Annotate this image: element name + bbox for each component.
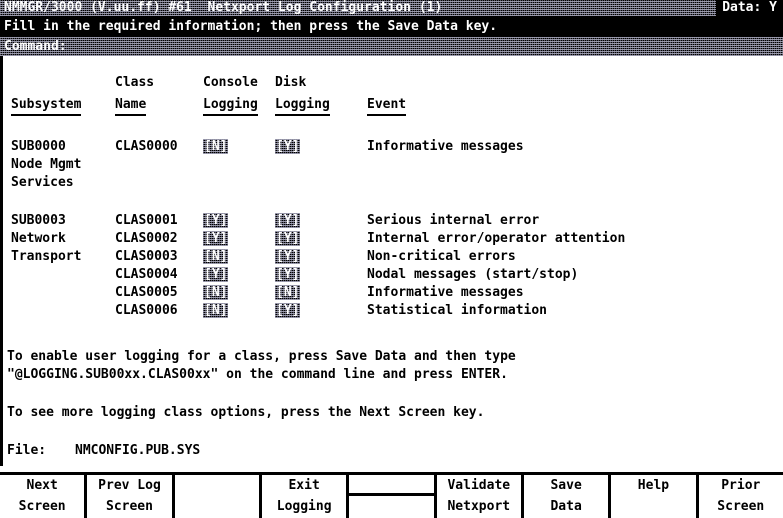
file-value: NMCONFIG.PUB.SYS xyxy=(75,443,201,458)
fkey-save-data[interactable]: Save Data xyxy=(523,475,612,518)
table-row: Network CLAS0002 [Y] [Y] Internal error/… xyxy=(3,230,783,248)
fkey-label-line2 xyxy=(611,496,695,517)
command-label: Command: xyxy=(4,39,67,54)
note-line: To enable user logging for a class, pres… xyxy=(3,348,783,366)
subsystem-name: SUB0003 xyxy=(11,213,66,228)
class-name: CLAS0001 xyxy=(115,213,178,228)
fkey-exit-logging[interactable]: Exit Logging xyxy=(261,475,350,518)
subsystem-desc-line: Node Mgmt xyxy=(3,156,783,174)
fkey-label-line1 xyxy=(175,475,259,496)
fkey-label-line1: Save xyxy=(550,478,582,493)
column-header-row-1: Class Console Disk xyxy=(3,74,783,92)
terminal-screen: NMMGR/3000 (V.uu.ff) #61 Netxport Log Co… xyxy=(0,0,783,518)
header-disk: Disk xyxy=(275,75,307,90)
fkey-label-line1: Help xyxy=(637,478,670,493)
table-row: SUB0000 CLAS0000 [N] [Y] Informative mes… xyxy=(3,138,783,156)
fkey-label-line1 xyxy=(349,475,434,496)
fkey-label-line2: Screen xyxy=(106,499,153,514)
table-row: CLAS0004 [Y] [Y] Nodal messages (start/s… xyxy=(3,266,783,284)
note-line: To see more logging class options, press… xyxy=(3,404,783,422)
class-name: CLAS0003 xyxy=(115,249,178,264)
table-row: CLAS0005 [N] [N] Informative messages xyxy=(3,284,783,302)
event-description: Serious internal error xyxy=(367,213,540,228)
table-row: Transport CLAS0003 [N] [Y] Non-critical … xyxy=(3,248,783,266)
header-name: Name xyxy=(115,96,147,116)
fkey-label-line1: Prev Log xyxy=(98,478,161,493)
subsystem-desc: Transport xyxy=(11,249,82,264)
console-logging-field[interactable]: [N] xyxy=(203,249,228,264)
fkey-validate-netxport[interactable]: Validate Netxport xyxy=(436,475,524,518)
console-logging-field[interactable]: [N] xyxy=(203,139,228,154)
note-text: "@LOGGING.SUB00xx.CLAS00xx" on the comma… xyxy=(7,367,508,382)
console-logging-field[interactable]: [Y] xyxy=(203,231,228,246)
note-text: To see more logging class options, press… xyxy=(7,405,485,420)
event-description: Internal error/operator attention xyxy=(367,231,626,246)
disk-logging-field[interactable]: [Y] xyxy=(275,213,300,228)
file-line: File: NMCONFIG.PUB.SYS xyxy=(3,442,783,460)
window-title: NMMGR/3000 (V.uu.ff) #61 Netxport Log Co… xyxy=(4,0,443,15)
subsystem-desc-line: Services xyxy=(3,174,783,192)
class-name: CLAS0006 xyxy=(115,303,178,318)
subsystem-name: SUB0000 xyxy=(11,139,66,154)
fkey-label-line2 xyxy=(175,496,259,517)
fkey-label-line1: Next xyxy=(26,478,58,493)
fkey-label-line1: Validate xyxy=(447,478,511,493)
fkey-empty-5[interactable] xyxy=(349,475,437,518)
event-description: Non-critical errors xyxy=(367,249,516,264)
note-line: "@LOGGING.SUB00xx.CLAS00xx" on the comma… xyxy=(3,366,783,384)
subsystem-desc: Node Mgmt xyxy=(11,157,82,172)
file-label: File: xyxy=(7,443,47,458)
console-logging-field[interactable]: [Y] xyxy=(203,267,228,282)
header-class: Class xyxy=(115,75,155,90)
function-key-bar: Next Screen Prev Log Screen Exit Logging… xyxy=(0,472,783,518)
header-disk-logging: Logging xyxy=(275,96,330,116)
disk-logging-field[interactable]: [Y] xyxy=(275,267,300,282)
class-name: CLAS0000 xyxy=(115,139,178,154)
header-console-logging: Logging xyxy=(203,96,258,116)
event-description: Nodal messages (start/stop) xyxy=(367,267,579,282)
fkey-label-line2: Screen xyxy=(717,499,765,514)
disk-logging-field[interactable]: [Y] xyxy=(275,231,300,246)
subsystem-desc: Network xyxy=(11,231,66,246)
console-logging-field[interactable]: [N] xyxy=(203,285,228,300)
status-message: Fill in the required information; then p… xyxy=(0,16,783,37)
console-logging-field[interactable]: [N] xyxy=(203,303,228,318)
event-description: Informative messages xyxy=(367,139,524,154)
column-header-row-2: Subsystem Name Logging Logging Event xyxy=(3,96,783,116)
disk-logging-field[interactable]: [Y] xyxy=(275,249,300,264)
class-name: CLAS0004 xyxy=(115,267,178,282)
disk-logging-field[interactable]: [Y] xyxy=(275,139,300,154)
fkey-label-line2: Data xyxy=(550,499,582,514)
fkey-label-line2: Screen xyxy=(18,499,66,514)
event-description: Informative messages xyxy=(367,285,524,300)
fkey-label-line1: Exit xyxy=(288,478,320,493)
event-description: Statistical information xyxy=(367,303,548,318)
form-body: Class Console Disk Subsystem Name Loggin… xyxy=(0,56,783,466)
title-bar: NMMGR/3000 (V.uu.ff) #61 Netxport Log Co… xyxy=(0,0,783,16)
subsystem-desc: Services xyxy=(11,175,74,190)
fkey-prev-log-screen[interactable]: Prev Log Screen xyxy=(87,475,175,518)
disk-logging-field[interactable]: [Y] xyxy=(275,303,300,318)
fkey-label-line2 xyxy=(349,496,433,517)
fkey-help[interactable]: Help xyxy=(611,475,699,518)
table-row: CLAS0006 [N] [Y] Statistical information xyxy=(3,302,783,320)
class-name: CLAS0005 xyxy=(115,285,178,300)
table-row: SUB0003 CLAS0001 [Y] [Y] Serious interna… xyxy=(3,212,783,230)
fkey-empty-3[interactable] xyxy=(174,475,262,518)
header-event: Event xyxy=(367,96,407,116)
data-status-badge: Data: Y xyxy=(716,0,783,16)
fkey-next-screen[interactable]: Next Screen xyxy=(0,475,88,518)
fkey-prior-screen[interactable]: Prior Screen xyxy=(698,475,783,518)
console-logging-field[interactable]: [Y] xyxy=(203,213,228,228)
header-console: Console xyxy=(203,75,258,90)
fkey-label-line1: Prior xyxy=(721,478,761,493)
note-text: To enable user logging for a class, pres… xyxy=(7,349,516,364)
class-name: CLAS0002 xyxy=(115,231,178,246)
disk-logging-field[interactable]: [N] xyxy=(275,285,300,300)
header-subsystem: Subsystem xyxy=(11,96,82,116)
fkey-label-line2: Logging xyxy=(276,499,332,514)
command-line[interactable]: Command: xyxy=(0,37,783,56)
fkey-label-line2: Netxport xyxy=(447,499,511,514)
